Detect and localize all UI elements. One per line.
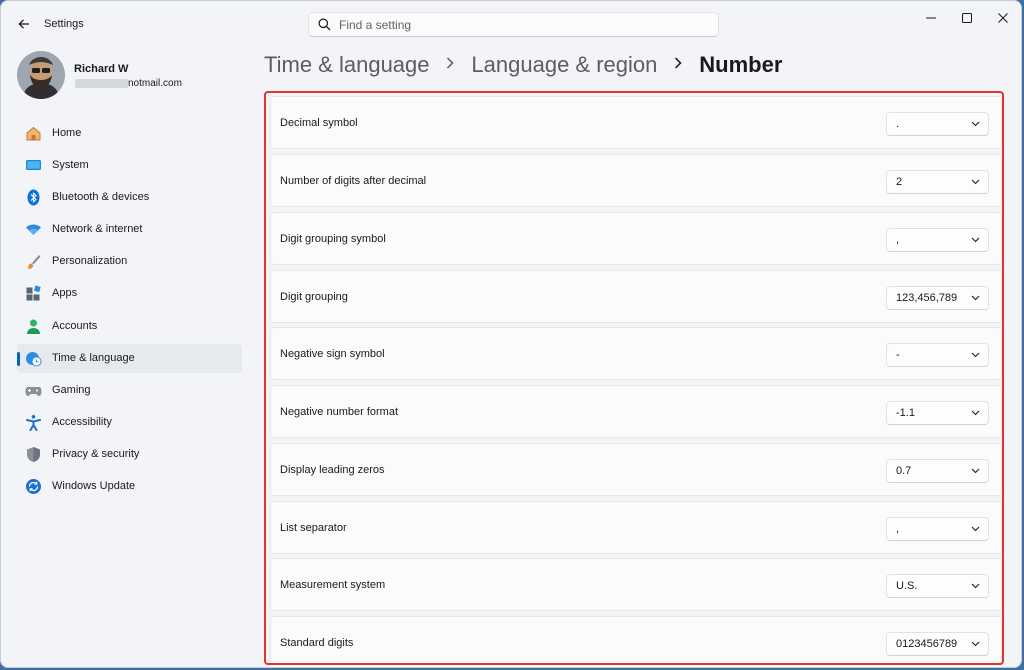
sidebar-item-label: Home [52,127,82,139]
back-button[interactable] [11,11,37,37]
search-icon [318,18,331,31]
maximize-button[interactable] [950,5,984,31]
brush-icon [27,255,41,270]
update-icon [26,479,41,495]
sidebar-item-system[interactable]: System [17,151,242,180]
app-title: Settings [44,18,84,30]
sidebar-item-label: Windows Update [52,480,136,493]
system-icon [26,160,41,171]
accounts-icon [27,319,40,334]
breadcrumb: Time & language Language & region Number [264,52,782,82]
avatar[interactable] [17,51,65,99]
globe-clock-icon [26,351,42,367]
sidebar-item-label: Network & internet [52,223,143,236]
sidebar-item-label: System [52,159,89,172]
accessibility-icon [26,414,41,431]
sidebar-item-label: Time & language [52,351,135,364]
sidebar-item-label: Privacy & security [52,447,140,460]
minimize-button[interactable] [914,5,948,31]
breadcrumb-chevron-icon [434,56,467,74]
search-input[interactable] [339,16,709,34]
sidebar-item-gaming[interactable]: Gaming [17,376,242,405]
sidebar-item-label: Accounts [52,319,98,332]
highlight-frame [264,91,1004,665]
sidebar-item-network-internet[interactable]: Network & internet [17,215,242,244]
sidebar-item-home[interactable]: Home [17,119,242,148]
settings-window: Settings Richard W [0,0,1022,668]
page-title: Number [699,52,783,77]
shield-icon [27,446,40,462]
sidebar-item-label: Apps [52,287,78,300]
sidebar-item-personalization[interactable]: Personalization [17,247,242,276]
title-bar: Settings [1,1,1021,47]
profile-name: Richard W [74,63,129,75]
close-button[interactable] [986,5,1020,31]
search-box[interactable] [308,12,719,37]
sidebar-item-accounts[interactable]: Accounts [17,312,242,341]
sidebar-item-label: Accessibility [52,415,112,428]
home-icon [26,126,41,141]
sidebar-item-label: Gaming [52,383,91,396]
sidebar-nav: Home System Bluetooth & devices Network … [17,119,242,504]
sidebar-item-apps[interactable]: Apps [17,279,242,308]
minimize-icon [926,17,936,19]
sidebar-item-bluetooth-devices[interactable]: Bluetooth & devices [17,183,242,212]
sidebar-item-label: Bluetooth & devices [52,191,150,204]
back-arrow-icon [18,19,29,29]
wifi-icon [26,224,41,236]
breadcrumb-chevron-icon [662,56,695,74]
apps-icon [26,285,41,301]
bluetooth-icon [27,189,40,206]
close-icon [998,13,1008,23]
sidebar-item-accessibility[interactable]: Accessibility [17,408,242,437]
avatar-image [17,51,65,99]
sidebar-item-privacy-security[interactable]: Privacy & security [17,440,242,469]
breadcrumb-link-language-region[interactable]: Language & region [471,52,657,77]
sidebar-item-label: Personalization [52,255,128,268]
sidebar-item-windows-update[interactable]: Windows Update [17,472,242,501]
profile-email: notmail.com [128,78,182,89]
email-redaction [75,79,128,88]
maximize-icon [962,13,972,23]
breadcrumb-link-time-language[interactable]: Time & language [264,52,430,77]
sidebar-item-time-language[interactable]: Time & language [17,343,242,373]
gamepad-icon [25,386,42,396]
